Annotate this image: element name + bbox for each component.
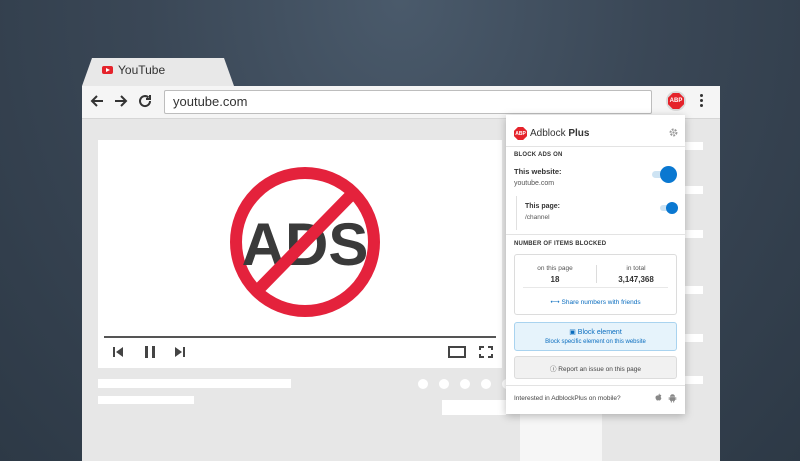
next-icon[interactable] — [174, 346, 186, 358]
items-blocked-heading: NUMBER OF ITEMS BLOCKED — [514, 241, 607, 247]
page-toggle[interactable] — [660, 202, 678, 214]
android-icon[interactable] — [668, 393, 677, 403]
popup-brand: Adblock Plus — [530, 128, 590, 139]
gear-icon[interactable] — [668, 127, 679, 138]
forward-arrow-icon[interactable] — [112, 92, 130, 110]
mobile-promo-text: Interested in AdblockPlus on mobile? — [514, 395, 621, 402]
select-element-icon: ▣ — [569, 329, 576, 336]
share-icon: ⟷ — [550, 299, 560, 306]
browser-tab[interactable]: YouTube — [82, 58, 234, 86]
toggle-knob — [666, 202, 678, 214]
website-label: This website: — [514, 167, 562, 176]
fullscreen-icon[interactable] — [479, 346, 493, 358]
block-ads-heading: BLOCK ADS ON — [514, 152, 563, 158]
reload-icon[interactable] — [136, 92, 154, 110]
blocked-stats-card: on this page 18 in total 3,147,368 ⟷ Sha… — [514, 254, 677, 315]
on-page-count: 18 — [550, 275, 560, 284]
block-element-subtitle: Block specific element on this website — [545, 339, 646, 345]
page-label: This page: — [525, 203, 561, 210]
indent-line — [516, 196, 517, 230]
share-numbers-link[interactable]: ⟷ Share numbers with friends — [515, 298, 676, 306]
abp-icon: ABP — [668, 93, 684, 109]
address-bar[interactable]: youtube.com — [164, 90, 652, 114]
abp-logo-icon: ABP — [514, 127, 527, 140]
total-label: in total — [626, 265, 646, 272]
button-placeholder — [442, 400, 506, 415]
toggle-knob — [660, 166, 677, 183]
menu-dots-icon[interactable] — [700, 94, 704, 110]
on-page-label: on this page — [537, 265, 573, 272]
pause-icon[interactable] — [143, 346, 157, 358]
adblock-extension-button[interactable]: ABP — [666, 91, 686, 111]
url-text: youtube.com — [173, 94, 248, 109]
back-arrow-icon[interactable] — [88, 92, 106, 110]
subtitle-placeholder — [98, 396, 194, 404]
apple-icon[interactable] — [654, 393, 663, 403]
divider — [506, 385, 685, 386]
theater-mode-icon[interactable] — [448, 346, 466, 358]
side-bar-1 — [685, 142, 703, 150]
divider — [506, 146, 685, 147]
youtube-icon — [102, 66, 113, 74]
side-bar-3 — [685, 230, 703, 238]
info-icon: ⓘ — [549, 366, 557, 373]
report-issue-button[interactable]: ⓘ Report an issue on this page — [514, 356, 677, 379]
block-element-button[interactable]: ▣ Block element Block specific element o… — [514, 322, 677, 351]
divider — [506, 234, 685, 235]
title-placeholder — [98, 379, 291, 388]
page-value: /channel — [525, 214, 550, 221]
side-bar-6 — [685, 376, 703, 384]
tab-title: YouTube — [118, 63, 166, 77]
video-player[interactable]: ADS — [98, 140, 502, 368]
video-progress-bar[interactable] — [104, 336, 496, 338]
side-bar-4 — [685, 286, 703, 294]
side-bar-2 — [685, 186, 703, 194]
no-ads-sign: ADS — [230, 167, 380, 317]
website-value: youtube.com — [514, 180, 555, 187]
adblock-plus-popup: ABP Adblock Plus BLOCK ADS ON This websi… — [506, 115, 685, 414]
total-count: 3,147,368 — [618, 275, 654, 284]
report-issue-label: ⓘ Report an issue on this page — [549, 366, 642, 373]
side-bar-5 — [685, 334, 703, 342]
previous-icon[interactable] — [112, 346, 124, 358]
website-toggle[interactable] — [652, 166, 677, 183]
block-element-title: ▣ Block element — [569, 329, 622, 336]
stats-separator — [523, 287, 668, 288]
